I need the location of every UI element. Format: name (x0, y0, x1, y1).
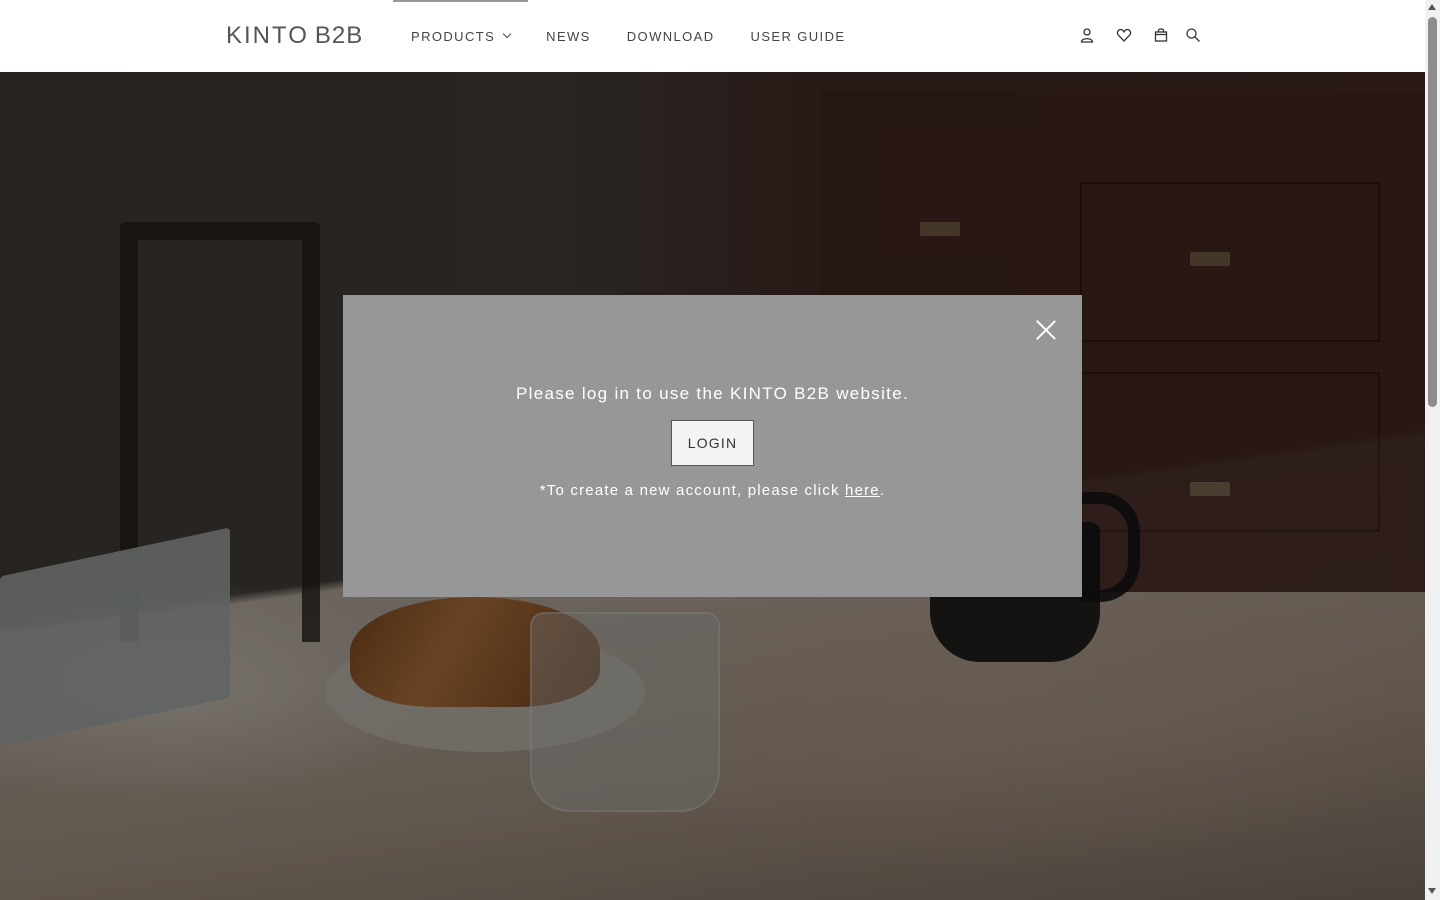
note-prefix: *To create a new account, please click (539, 482, 846, 499)
logo-main: KINTO (226, 22, 309, 49)
search-icon[interactable] (1182, 24, 1204, 46)
nav-products-label: PRODUCTS (411, 28, 496, 44)
nav-products[interactable]: PRODUCTS (393, 0, 529, 72)
nav-download-label: DOWNLOAD (626, 28, 715, 44)
nav-news-label: NEWS (546, 28, 591, 44)
scrollbar-thumb[interactable] (1428, 17, 1437, 407)
login-button[interactable]: LOGIN (671, 420, 754, 466)
nav-user-guide-label: USER GUIDE (750, 28, 846, 44)
note-suffix: . (879, 482, 886, 499)
nav-news[interactable]: NEWS (528, 0, 609, 72)
nav-user-guide[interactable]: USER GUIDE (733, 0, 864, 72)
site-header: KINTO B2B PRODUCTS NEWS DOWNLOAD USER GUI… (0, 0, 1425, 72)
logo-sub: B2B (314, 22, 364, 49)
login-message: Please log in to use the KINTO B2B websi… (516, 384, 909, 403)
scroll-up-arrow-icon[interactable] (1428, 4, 1436, 10)
create-account-note: *To create a new account, please click h… (343, 482, 1082, 499)
heart-icon[interactable] (1113, 24, 1135, 46)
main-nav: PRODUCTS NEWS DOWNLOAD USER GUIDE (393, 0, 863, 72)
header-icons (1076, 24, 1204, 46)
scrollbar[interactable] (1425, 0, 1440, 900)
user-icon[interactable] (1076, 24, 1098, 46)
nav-download[interactable]: DOWNLOAD (609, 0, 733, 72)
login-modal: Please log in to use the KINTO B2B websi… (343, 295, 1082, 597)
site-logo[interactable]: KINTO B2B (226, 22, 363, 50)
close-icon[interactable] (1033, 319, 1059, 345)
create-account-link[interactable]: here (845, 482, 880, 499)
bag-icon[interactable] (1150, 24, 1172, 46)
scroll-down-arrow-icon[interactable] (1428, 888, 1436, 894)
chevron-down-icon (502, 29, 512, 39)
